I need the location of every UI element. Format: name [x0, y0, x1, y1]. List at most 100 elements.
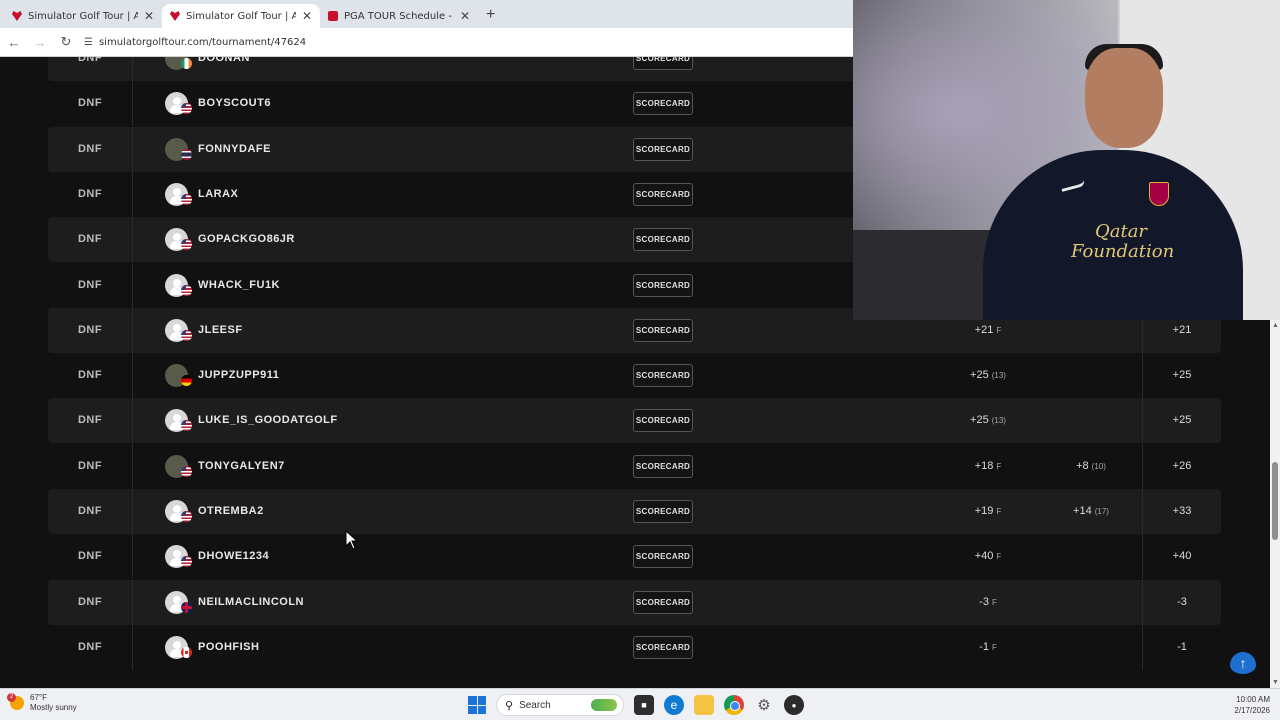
browser-tab-2[interactable]: Simulator Golf Tour | AT&T Pebble Beach ✕ [162, 4, 320, 28]
round1-score: +25 (13) [948, 353, 1028, 398]
player-name[interactable]: BOYSCOUT6 [198, 81, 271, 126]
weather-temp: 67°F [30, 693, 47, 702]
task-view-icon[interactable]: ■ [634, 695, 654, 715]
new-tab-button[interactable]: + [478, 4, 503, 28]
back-to-top-button[interactable]: ↑ [1230, 652, 1256, 674]
close-tab-icon[interactable]: ✕ [302, 9, 312, 23]
address-bar: ← → ↻ ☰ simulatorgolftour.com/tournament… [0, 28, 853, 57]
total-score: -3 [1177, 595, 1187, 608]
column-divider [132, 81, 133, 127]
close-tab-icon[interactable]: ✕ [460, 9, 470, 23]
scorecard-button[interactable]: SCORECARD [633, 454, 693, 478]
scorecard-button[interactable]: SCORECARD [633, 273, 693, 297]
scorecard-button[interactable]: SCORECARD [633, 635, 693, 659]
browser-tab-bar: Simulator Golf Tour | AT&T Pebble Beach ✕… [0, 0, 853, 28]
country-flag-icon [181, 375, 192, 387]
round1-value: -1 [979, 640, 989, 653]
column-divider [132, 262, 133, 308]
chrome-icon[interactable] [724, 695, 744, 715]
round2-thru: (17) [1094, 507, 1109, 516]
country-flag-icon [181, 58, 192, 69]
player-name[interactable]: LUKE_IS_GOODATGOLF [198, 398, 338, 443]
reload-icon[interactable]: ↻ [58, 34, 74, 50]
scroll-up-icon[interactable]: ▲ [1272, 322, 1279, 329]
close-tab-icon[interactable]: ✕ [144, 9, 154, 23]
scorecard-button[interactable]: SCORECARD [633, 364, 693, 388]
country-flag-icon [181, 329, 192, 341]
player-name[interactable]: DOONAN [198, 57, 250, 81]
edge-icon[interactable]: e [664, 695, 684, 715]
column-divider [132, 171, 133, 217]
scorecard-button[interactable]: SCORECARD [633, 409, 693, 433]
player-name[interactable]: JLEESF [198, 308, 243, 353]
weather-widget[interactable]: 2 67°F Mostly sunny [7, 693, 77, 713]
leaderboard-row: DNF DHOWE1234 SCORECARD +40 F +40 [48, 534, 1221, 580]
browser-tab-3[interactable]: PGA TOUR Schedule - 2026 Season ✕ [320, 4, 478, 28]
country-flag-icon [181, 646, 192, 658]
player-name[interactable]: FONNYDAFE [198, 127, 271, 172]
page-scrollbar[interactable]: ▲ ▼ [1270, 320, 1280, 688]
scorecard-button[interactable]: SCORECARD [633, 228, 693, 252]
url-field[interactable]: ☰ simulatorgolftour.com/tournament/47624 [84, 37, 306, 48]
column-divider [132, 489, 133, 534]
round1-value: +21 [974, 323, 994, 336]
position: DNF [77, 142, 103, 155]
scorecard-button[interactable]: SCORECARD [633, 182, 693, 206]
golf-heart-icon [170, 11, 180, 21]
round1-thru: (13) [991, 371, 1006, 381]
scorecard-button[interactable]: SCORECARD [633, 137, 693, 161]
column-divider [132, 307, 133, 353]
browser-tab-1[interactable]: Simulator Golf Tour | AT&T Pebble Beach ✕ [4, 4, 162, 28]
round1-score: +19 F [948, 489, 1028, 534]
scroll-down-icon[interactable]: ▼ [1272, 679, 1279, 686]
leaderboard-row: DNF POOHFISH SCORECARD -1 F -1 [48, 624, 1221, 670]
leaderboard-row: DNF LUKE_IS_GOODATGOLF SCORECARD +25 (13) +25 [48, 398, 1221, 444]
column-divider [1142, 489, 1143, 534]
position: DNF [77, 550, 103, 563]
country-flag-icon [181, 465, 192, 477]
file-explorer-icon[interactable] [694, 695, 714, 715]
shirt-text: Qatar Foundation [1071, 221, 1175, 262]
round1-thru: F [996, 507, 1002, 516]
round1-value: +18 [974, 459, 994, 472]
player-name[interactable]: JUPPZUPP911 [198, 353, 279, 398]
player-name[interactable]: TONYGALYEN7 [198, 444, 285, 489]
scorecard-button[interactable]: SCORECARD [633, 545, 693, 569]
player-name[interactable]: DHOWE1234 [198, 534, 269, 579]
settings-gear-icon[interactable]: ⚙ [754, 695, 774, 715]
country-flag-icon [181, 284, 192, 296]
search-highlight-icon [591, 699, 617, 711]
player-name[interactable]: OTREMBA2 [198, 489, 264, 534]
scrollbar-thumb[interactable] [1272, 462, 1278, 540]
url-text: simulatorgolftour.com/tournament/47624 [98, 36, 307, 48]
taskbar-search[interactable]: ⚲ Search [496, 694, 624, 716]
round1-value: +25 [970, 414, 989, 427]
player-name[interactable]: POOHFISH [198, 625, 259, 670]
player-name[interactable]: NEILMACLINCOLN [198, 580, 304, 625]
scorecard-button[interactable]: SCORECARD [633, 500, 693, 523]
windows-start-icon[interactable] [468, 696, 486, 714]
leaderboard-row: DNF NEILMACLINCOLN SCORECARD -3 F -3 [48, 579, 1221, 625]
player-name[interactable]: LARAX [198, 172, 238, 217]
round1-thru: F [996, 552, 1002, 562]
mouse-cursor-icon [345, 530, 359, 550]
leaderboard-row: DNF TONYGALYEN7 SCORECARD +18 F +8 (10) +26 [48, 443, 1221, 489]
round1-thru: F [991, 597, 997, 607]
forward-icon[interactable]: → [32, 35, 48, 50]
column-divider [1142, 624, 1143, 670]
player-name[interactable]: WHACK_FU1K [198, 263, 280, 308]
tab-title: Simulator Golf Tour | AT&T Pebble Beach [186, 10, 296, 22]
webcam-overlay: Qatar Foundation [853, 0, 1280, 320]
scorecard-button[interactable]: SCORECARD [633, 57, 693, 70]
round1-thru: (13) [991, 416, 1006, 426]
taskbar-clock[interactable]: 10:00 AM 2/17/2026 [1234, 694, 1270, 716]
scorecard-button[interactable]: SCORECARD [633, 590, 693, 614]
scorecard-button[interactable]: SCORECARD [633, 318, 693, 342]
column-divider [1142, 398, 1143, 444]
round1-score: -3 F [948, 580, 1028, 625]
scorecard-button[interactable]: SCORECARD [633, 92, 693, 116]
site-settings-icon[interactable]: ☰ [84, 37, 93, 48]
obs-icon[interactable]: ● [784, 695, 804, 715]
back-icon[interactable]: ← [6, 35, 22, 50]
player-name[interactable]: GOPACKGO86JR [198, 217, 295, 262]
